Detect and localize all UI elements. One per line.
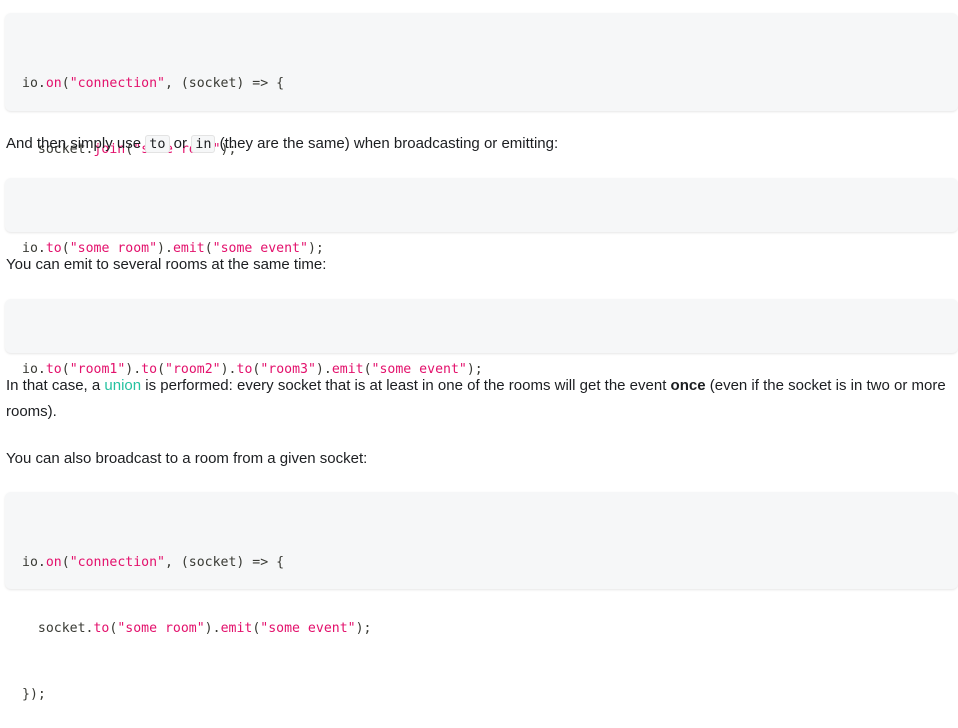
code-line: socket.to("some room").emit("some event"… xyxy=(22,621,372,636)
code-line: io.on("connection", (socket) => { xyxy=(22,555,285,570)
inline-code-to: to xyxy=(145,135,170,153)
paragraph-several-rooms: You can emit to several rooms at the sam… xyxy=(6,256,327,273)
code-block-socket-to-room: io.on("connection", (socket) => { socket… xyxy=(5,492,958,702)
paragraph-union: In that case, a union is performed: ever… xyxy=(6,377,946,420)
inline-code-in: in xyxy=(191,135,216,153)
paragraph-broadcast-intro: And then simply use to or in (they are t… xyxy=(6,135,559,153)
code-line: }); xyxy=(22,687,46,702)
paragraph-broadcast-from-socket: You can also broadcast to a room from a … xyxy=(6,450,368,467)
code-block-join: io.on("connection", (socket) => { socket… xyxy=(5,13,958,223)
code-block-emit-several-rooms: io.to("room1").to("room2").to("room3").e… xyxy=(5,299,958,377)
emphasis-once: once xyxy=(670,377,706,394)
code-line: io.on("connection", (socket) => { xyxy=(22,76,285,91)
code-block-emit-room: io.to("some room").emit("some event"); xyxy=(5,178,958,256)
union-link[interactable]: union xyxy=(104,377,141,394)
